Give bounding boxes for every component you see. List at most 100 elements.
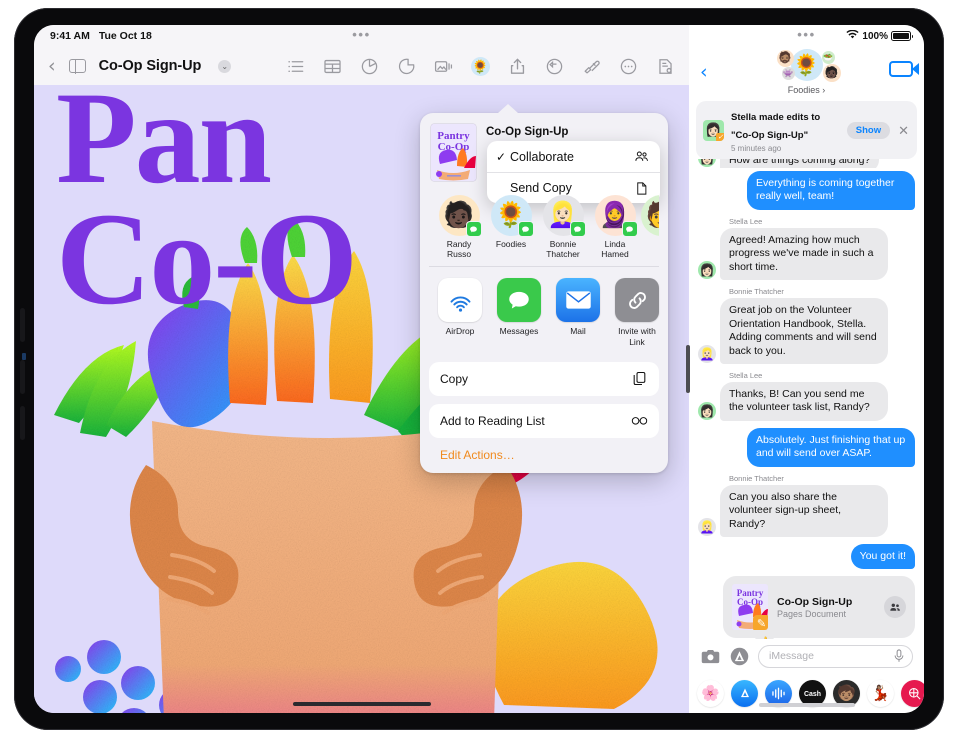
share-app-airdrop[interactable]: AirDrop	[438, 278, 482, 346]
message-sender: Stella Lee	[729, 217, 888, 226]
contact-item[interactable]: 🧑🏿 Randy Russo	[433, 195, 485, 259]
multitask-handle-icon[interactable]: •••	[797, 31, 815, 39]
wifi-icon	[846, 30, 859, 43]
airdrop-icon	[438, 278, 482, 322]
reading-list-label: Add to Reading List	[440, 414, 631, 428]
avatar: 🥗	[822, 51, 835, 64]
message-row: 👩🏻 Stella Lee Agreed! Amazing how much p…	[698, 217, 915, 280]
home-indicator[interactable]	[759, 703, 855, 707]
shape-icon[interactable]	[397, 57, 416, 76]
more-icon[interactable]	[619, 57, 638, 76]
ipad-screen: 9:41 AM Tue Oct 18 ••• ‹ Co-Op Sign-Up ⌄	[34, 25, 924, 713]
share-icon[interactable]	[508, 57, 527, 76]
app-label: Messages	[497, 326, 541, 336]
copy-action[interactable]: Copy	[429, 362, 659, 396]
collaborate-avatar-icon[interactable]: 🌻	[471, 57, 490, 76]
group-header[interactable]: 🌻 🧔🏽 👾 🧑🏿 🥗 Foodies ›	[764, 47, 850, 95]
camera-icon[interactable]	[700, 646, 721, 667]
side-button[interactable]	[20, 406, 25, 440]
messages-conversation-header: ‹ 🌻 🧔🏽 👾 🧑🏿 🥗 Foodies ›	[689, 47, 924, 99]
contact-item-partial[interactable]: 🧑	[641, 195, 659, 259]
app-label: Mail	[556, 326, 600, 336]
document-attachment-row: Pantry Co-Op ✎ Co-Op Sign-Up	[698, 576, 915, 638]
message-bubble[interactable]: You got it!	[851, 544, 915, 569]
media-icon[interactable]	[434, 57, 453, 76]
headline-line-2: Co-O	[56, 198, 356, 319]
messages-badge-icon	[570, 221, 586, 237]
imessage-input[interactable]: iMessage	[758, 645, 913, 668]
contact-item[interactable]: 🧕 Linda Hamed	[589, 195, 641, 259]
split-view-handle[interactable]	[686, 345, 690, 393]
sidebar-icon[interactable]	[69, 59, 86, 73]
microphone-icon[interactable]	[893, 649, 905, 663]
status-date: Tue Oct 18	[99, 30, 152, 42]
volume-down-button[interactable]	[20, 360, 25, 394]
message-bubble[interactable]: Thanks, B! Can you send me the volunteer…	[720, 382, 888, 421]
back-icon[interactable]: ‹	[700, 63, 708, 82]
show-button[interactable]: Show	[847, 122, 890, 139]
facetime-video-icon[interactable]	[889, 61, 913, 77]
collaboration-banner: 👩🏻✓ Stella made edits to "Co-Op Sign-Up"…	[696, 101, 917, 159]
message-bubble[interactable]: Everything is coming together really wel…	[747, 171, 915, 210]
edit-actions-link[interactable]: Edit Actions…	[429, 446, 659, 463]
messages-status-bar: ••• 100%	[689, 25, 924, 47]
close-icon[interactable]: ✕	[897, 124, 910, 137]
page-title: Co-Op Sign-Up	[99, 58, 202, 74]
message-thread[interactable]: 👩🏻 How are things coming along? Everythi…	[689, 159, 924, 639]
app-store-icon[interactable]	[729, 646, 750, 667]
avatar: 🧕	[595, 195, 636, 236]
collaborate-option[interactable]: ✓ Collaborate	[487, 141, 660, 172]
document-headline: Pan Co-O	[56, 85, 356, 320]
format-brush-icon[interactable]	[582, 57, 601, 76]
app-label: AirDrop	[438, 326, 482, 336]
message-row: 👩🏻 Stella Lee Thanks, B! Can you send me…	[698, 371, 915, 421]
message-bubble[interactable]: Agreed! Amazing how much progress we've …	[720, 228, 888, 280]
home-indicator[interactable]	[293, 702, 431, 706]
copy-action-group: Copy	[429, 362, 659, 396]
contact-item[interactable]: 👱🏻‍♀️ Bonnie Thatcher	[537, 195, 589, 259]
message-row: Everything is coming together really wel…	[698, 171, 915, 210]
back-icon[interactable]: ‹	[48, 57, 56, 76]
table-icon[interactable]	[323, 57, 342, 76]
reading-list-action-group: Add to Reading List	[429, 404, 659, 438]
chart-icon[interactable]	[360, 57, 379, 76]
messages-badge-icon	[466, 221, 482, 237]
avatar: 👩🏻	[698, 261, 716, 279]
message-bubble[interactable]: How are things coming along?	[720, 159, 879, 168]
document-card-subtitle: Pages Document	[777, 609, 875, 619]
document-card[interactable]: Pantry Co-Op ✎ Co-Op Sign-Up	[723, 576, 915, 638]
undo-icon[interactable]	[545, 57, 564, 76]
imessage-placeholder: iMessage	[769, 650, 814, 662]
banner-time: 5 minutes ago	[731, 144, 840, 153]
send-copy-label: Send Copy	[510, 181, 634, 195]
messages-badge-icon	[518, 221, 534, 237]
photos-icon[interactable]: 🌸	[697, 680, 724, 707]
digital-touch-icon[interactable]	[901, 680, 924, 707]
add-to-reading-list-action[interactable]: Add to Reading List	[429, 404, 659, 438]
message-bubble[interactable]: Absolutely. Just finishing that up and w…	[747, 428, 915, 467]
share-app-invite-link[interactable]: Invite with Link	[615, 278, 659, 346]
document-thumbnail: Pantry Co-Op ✎	[732, 584, 768, 630]
avatar: 🌻	[791, 49, 823, 81]
copy-icon	[631, 370, 648, 387]
avatar: 👱🏻‍♀️	[543, 195, 584, 236]
multitask-handle-icon[interactable]: •••	[352, 31, 370, 39]
message-bubble[interactable]: Can you also share the volunteer sign-up…	[720, 485, 888, 537]
message-row: You got it!	[698, 544, 915, 569]
pages-app-badge-icon: ✎	[753, 615, 768, 630]
app-store-icon[interactable]	[731, 680, 758, 707]
avatar: 👩🏻	[698, 402, 716, 420]
chevron-down-icon[interactable]: ⌄	[218, 60, 231, 73]
share-app-messages[interactable]: Messages	[497, 278, 541, 346]
volume-up-button[interactable]	[20, 308, 25, 342]
memoji-sticker-icon[interactable]: 💃🏽	[867, 680, 894, 707]
banner-document-thumbnail: 👩🏻✓	[703, 120, 724, 141]
document-options-icon[interactable]	[656, 57, 675, 76]
message-bubble[interactable]: Great job on the Volunteer Orientation H…	[720, 298, 888, 364]
contact-item[interactable]: 🌻 Foodies	[485, 195, 537, 259]
two-people-icon[interactable]	[884, 596, 906, 618]
copy-label: Copy	[440, 372, 631, 386]
avatar: 👱🏻‍♀️	[698, 345, 716, 363]
list-icon[interactable]	[286, 57, 305, 76]
share-app-mail[interactable]: Mail	[556, 278, 600, 346]
